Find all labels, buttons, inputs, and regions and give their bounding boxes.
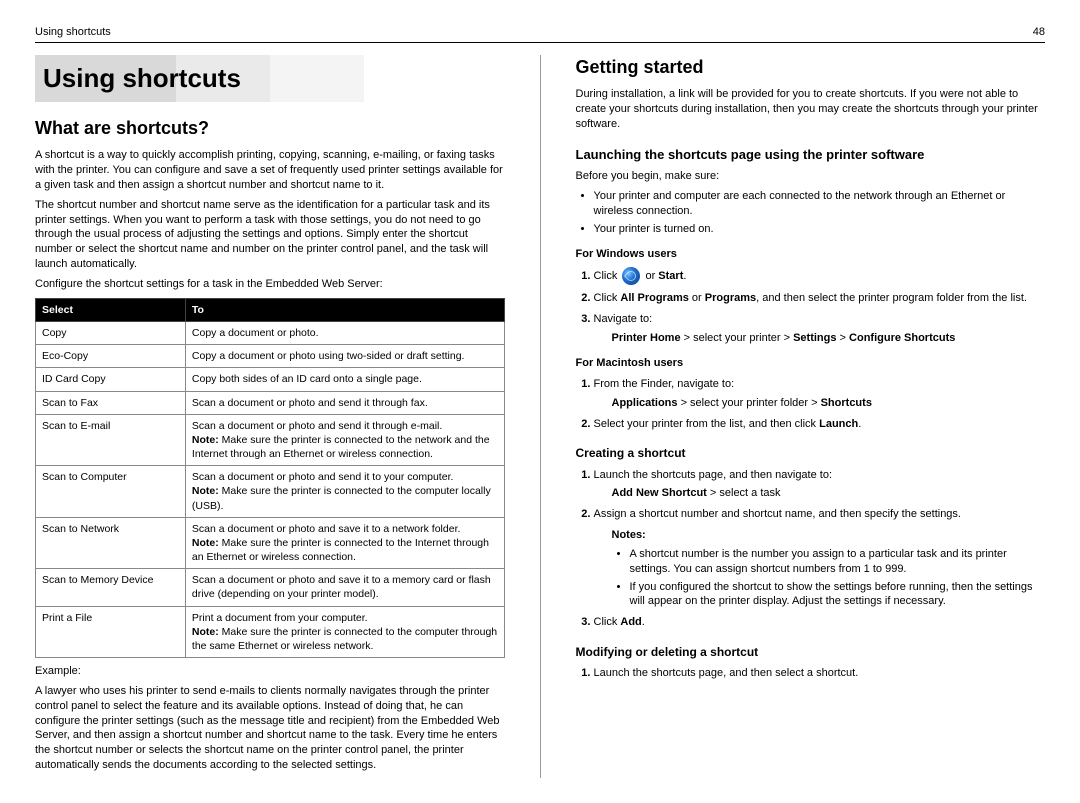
table-row: Print a FilePrint a document from your c…: [36, 606, 505, 658]
cell-to: Scan a document or photo and send it thr…: [185, 414, 504, 466]
cell-select: ID Card Copy: [36, 368, 186, 391]
windows-start-orb-icon: [622, 267, 640, 285]
cell-select: Scan to Memory Device: [36, 569, 186, 606]
shortcuts-table: Select To CopyCopy a document or photo.E…: [35, 298, 505, 658]
before-begin-list: Your printer and computer are each conne…: [594, 189, 1046, 237]
cell-select: Scan to Fax: [36, 391, 186, 414]
heading-mac-users: For Macintosh users: [576, 356, 1046, 371]
nav-path: Printer Home > select your printer > Set…: [612, 331, 1046, 346]
step-item: Click or Start.: [594, 267, 1046, 285]
nav-path: Add New Shortcut > select a task: [612, 486, 1046, 501]
before-begin-label: Before you begin, make sure:: [576, 169, 1046, 184]
heading-launching: Launching the shortcuts page using the p…: [576, 146, 1046, 164]
notes-list: A shortcut number is the number you assi…: [630, 547, 1046, 609]
table-row: Scan to ComputerScan a document or photo…: [36, 466, 505, 518]
table-row: Scan to FaxScan a document or photo and …: [36, 391, 505, 414]
cell-select: Scan to Computer: [36, 466, 186, 518]
th-to: To: [185, 298, 504, 321]
cell-to: Scan a document or photo and save it to …: [185, 517, 504, 569]
para-intro-1: A shortcut is a way to quickly accomplis…: [35, 148, 505, 193]
cell-select: Print a File: [36, 606, 186, 658]
create-steps: Launch the shortcuts page, and then navi…: [594, 468, 1046, 631]
getting-started-intro: During installation, a link will be prov…: [576, 87, 1046, 132]
step-item: Launch the shortcuts page, and then sele…: [594, 666, 1046, 681]
cell-select: Scan to E-mail: [36, 414, 186, 466]
table-row: CopyCopy a document or photo.: [36, 322, 505, 345]
step-item: Click All Programs or Programs, and then…: [594, 291, 1046, 306]
column-divider: [540, 55, 541, 778]
cell-select: Scan to Network: [36, 517, 186, 569]
nav-path: Applications > select your printer folde…: [612, 396, 1046, 411]
heading-what-are-shortcuts: What are shortcuts?: [35, 116, 505, 140]
th-select: Select: [36, 298, 186, 321]
cell-select: Copy: [36, 322, 186, 345]
list-item: A shortcut number is the number you assi…: [630, 547, 1046, 577]
step-item: Navigate to: Printer Home > select your …: [594, 312, 1046, 346]
cell-to: Copy a document or photo.: [185, 322, 504, 345]
example-body: A lawyer who uses his printer to send e-…: [35, 684, 505, 773]
para-intro-3: Configure the shortcut settings for a ta…: [35, 277, 505, 292]
cell-to: Print a document from your computer.Note…: [185, 606, 504, 658]
step-item: Select your printer from the list, and t…: [594, 417, 1046, 432]
heading-windows-users: For Windows users: [576, 247, 1046, 262]
step-item: From the Finder, navigate to: Applicatio…: [594, 377, 1046, 411]
header-left: Using shortcuts: [35, 25, 111, 40]
example-label: Example:: [35, 664, 505, 679]
windows-steps: Click or Start. Click All Programs or Pr…: [594, 267, 1046, 346]
cell-select: Eco-Copy: [36, 345, 186, 368]
cell-to: Copy both sides of an ID card onto a sin…: [185, 368, 504, 391]
cell-to: Copy a document or photo using two-sided…: [185, 345, 504, 368]
table-row: Scan to E-mailScan a document or photo a…: [36, 414, 505, 466]
cell-to: Scan a document or photo and send it to …: [185, 466, 504, 518]
heading-modifying-deleting: Modifying or deleting a shortcut: [576, 644, 1046, 660]
table-row: Eco-CopyCopy a document or photo using t…: [36, 345, 505, 368]
table-row: ID Card CopyCopy both sides of an ID car…: [36, 368, 505, 391]
table-row: Scan to NetworkScan a document or photo …: [36, 517, 505, 569]
page-header: Using shortcuts 48: [35, 25, 1045, 43]
two-column-layout: Using shortcuts What are shortcuts? A sh…: [35, 55, 1045, 778]
modify-steps: Launch the shortcuts page, and then sele…: [594, 666, 1046, 681]
heading-creating-shortcut: Creating a shortcut: [576, 445, 1046, 461]
list-item: Your printer and computer are each conne…: [594, 189, 1046, 219]
left-column: Using shortcuts What are shortcuts? A sh…: [35, 55, 505, 778]
header-page-number: 48: [1033, 25, 1045, 40]
table-header-row: Select To: [36, 298, 505, 321]
mac-steps: From the Finder, navigate to: Applicatio…: [594, 377, 1046, 432]
cell-to: Scan a document or photo and save it to …: [185, 569, 504, 606]
list-item: If you configured the shortcut to show t…: [630, 580, 1046, 610]
step-item: Launch the shortcuts page, and then navi…: [594, 468, 1046, 502]
cell-to: Scan a document or photo and send it thr…: [185, 391, 504, 414]
notes-block: Notes: A shortcut number is the number y…: [612, 528, 1046, 609]
table-row: Scan to Memory DeviceScan a document or …: [36, 569, 505, 606]
heading-getting-started: Getting started: [576, 55, 1046, 79]
list-item: Your printer is turned on.: [594, 222, 1046, 237]
para-intro-2: The shortcut number and shortcut name se…: [35, 198, 505, 272]
step-item: Click Add.: [594, 615, 1046, 630]
chapter-banner: Using shortcuts: [35, 55, 505, 102]
right-column: Getting started During installation, a l…: [576, 55, 1046, 778]
step-item: Assign a shortcut number and shortcut na…: [594, 507, 1046, 609]
